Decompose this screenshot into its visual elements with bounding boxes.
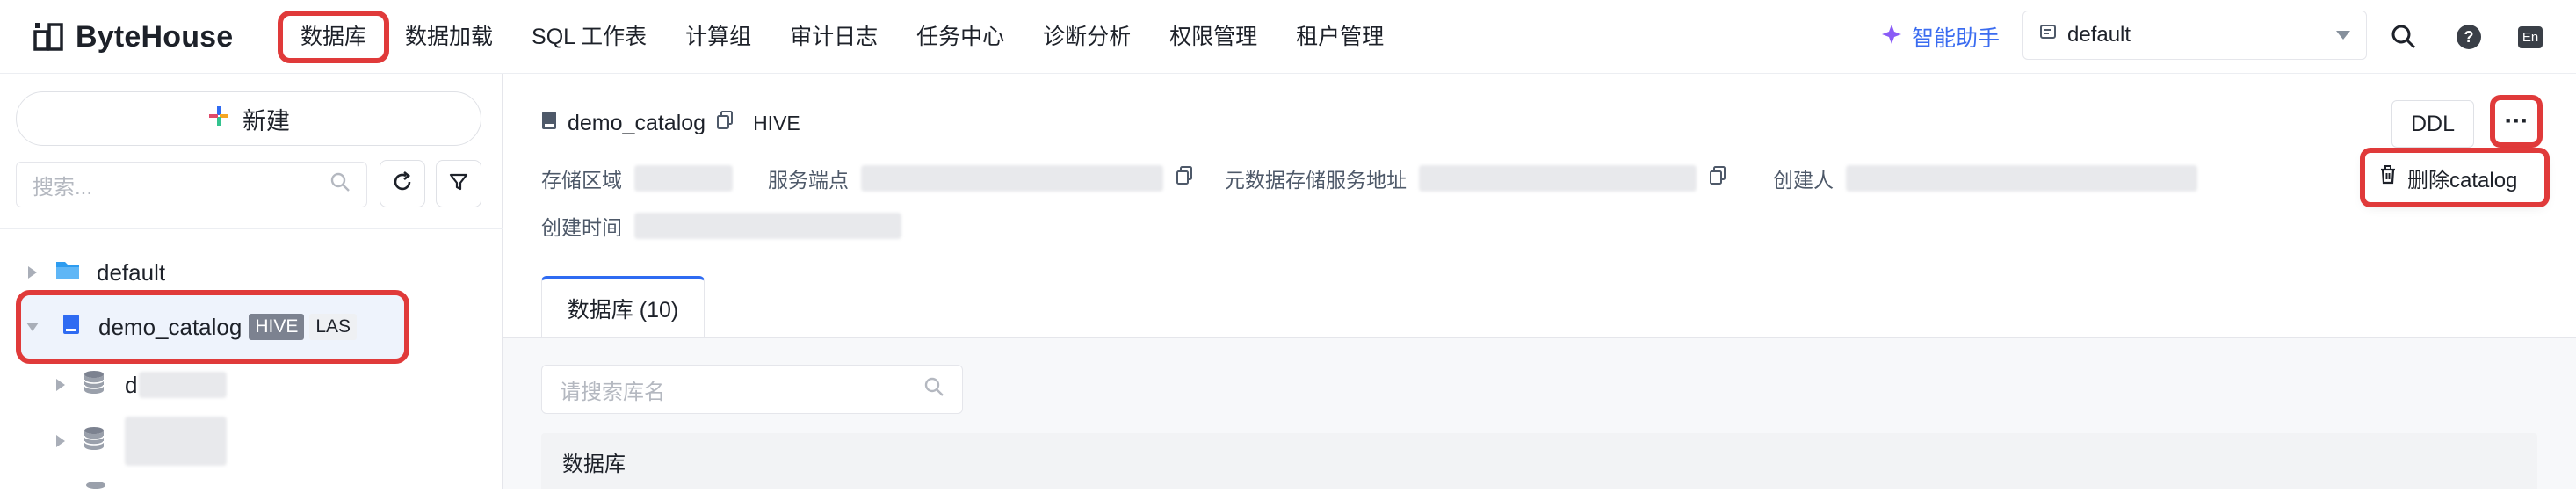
divider (0, 228, 503, 229)
meta-label: 创建时间 (541, 216, 622, 239)
meta-label: 元数据存储服务地址 (1225, 169, 1407, 192)
refresh-button[interactable] (380, 160, 425, 207)
sidebar-search-placeholder: 搜索... (33, 175, 93, 199)
redacted-text (1846, 165, 2197, 192)
tree-item-database[interactable]: d (0, 357, 492, 413)
chevron-right-icon[interactable] (56, 379, 65, 391)
filter-button[interactable] (436, 160, 481, 207)
ddl-button[interactable]: DDL (2391, 100, 2474, 148)
nav-item-database[interactable]: 数据库 (277, 11, 390, 63)
redacted-text (861, 165, 1163, 192)
sidebar-search-input[interactable]: 搜索... (16, 162, 367, 207)
plus-icon (207, 105, 230, 134)
nav-item-task-center[interactable]: 任务中心 (897, 14, 1024, 60)
catalog-type: HIVE (753, 111, 800, 134)
nav-item-compute-group[interactable]: 计算组 (666, 14, 771, 60)
database-search-input[interactable]: 请搜索库名 (541, 365, 963, 414)
refresh-icon (391, 170, 414, 198)
meta-label: 创建人 (1773, 169, 1834, 192)
main-nav: 数据库 数据加载 SQL 工作表 计算组 审计日志 任务中心 诊断分析 权限管理… (277, 11, 1403, 63)
meta-created-time: 创建时间 (541, 211, 901, 241)
help-icon[interactable]: ? (2451, 19, 2486, 54)
svg-text:?: ? (2464, 28, 2474, 46)
tab-databases[interactable]: 数据库 (10) (541, 276, 705, 337)
more-icon: ··· (2504, 106, 2529, 135)
top-navbar: ByteHouse 数据库 数据加载 SQL 工作表 计算组 审计日志 任务中心… (0, 0, 2576, 74)
meta-storage-region: 存储区域 (541, 163, 733, 193)
folder-icon (54, 258, 81, 287)
meta-service-endpoint: 服务端点 (768, 163, 1193, 193)
tree-item-label: default (97, 258, 166, 286)
tenant-icon (2039, 23, 2057, 47)
catalog-title-row: demo_catalog HIVE (541, 105, 800, 141)
chevron-down-icon (2336, 31, 2350, 40)
database-icon (84, 476, 107, 493)
filter-icon (448, 171, 469, 197)
delete-catalog-label: 删除catalog (2407, 168, 2518, 192)
database-icon (83, 426, 105, 457)
chevron-right-icon[interactable] (56, 435, 65, 447)
bytehouse-logo-icon (32, 19, 67, 54)
hive-tag: HIVE (249, 314, 305, 340)
nav-item-tenant[interactable]: 租户管理 (1277, 14, 1403, 60)
catalog-icon (62, 313, 81, 342)
las-tag: LAS (309, 314, 358, 340)
catalog-icon (541, 111, 557, 136)
meta-label: 服务端点 (768, 169, 849, 192)
search-icon (329, 171, 351, 199)
catalog-detail: demo_catalog HIVE DDL ··· 存储区域 服务端点 元数据存… (503, 74, 2576, 489)
new-button-label: 新建 (242, 107, 290, 134)
language-icon[interactable]: En (2513, 19, 2548, 54)
redacted-text (634, 165, 733, 192)
assistant-button[interactable]: 智能助手 (1880, 19, 2000, 54)
tree-item-label: demo_catalog (98, 313, 242, 340)
tenant-select[interactable]: default (2022, 11, 2367, 60)
copy-icon[interactable] (716, 110, 734, 136)
redacted-text (125, 417, 227, 466)
database-list: 请搜索库名 数据库 (503, 337, 2576, 489)
tree-item-label: d (125, 371, 138, 398)
meta-label: 存储区域 (541, 169, 622, 192)
tree-item-default[interactable]: default (0, 244, 492, 301)
database-search-placeholder: 请搜索库名 (560, 380, 665, 404)
nav-item-audit-log[interactable]: 审计日志 (771, 14, 897, 60)
chevron-right-icon[interactable] (28, 266, 37, 279)
tree-item-demo-catalog[interactable]: demo_catalog HIVE LAS (16, 290, 409, 364)
tenant-value: default (2067, 23, 2131, 47)
copy-icon[interactable] (1709, 166, 1726, 191)
sparkle-icon (1880, 23, 1903, 52)
assistant-label: 智能助手 (1912, 26, 2001, 51)
meta-creator: 创建人 (1773, 163, 2197, 193)
search-icon (923, 376, 944, 403)
delete-catalog-menu-item[interactable]: 删除catalog (2360, 148, 2550, 207)
search-icon[interactable] (2386, 19, 2421, 54)
trash-icon (2379, 164, 2397, 191)
catalog-name: demo_catalog (568, 110, 706, 135)
language-badge: En (2517, 25, 2543, 48)
copy-icon[interactable] (1176, 166, 1193, 191)
logo-text: ByteHouse (76, 19, 234, 54)
nav-item-diagnostics[interactable]: 诊断分析 (1024, 14, 1150, 60)
tree-item-database-2[interactable] (0, 413, 492, 469)
database-icon (83, 370, 105, 401)
logo[interactable]: ByteHouse (32, 16, 233, 58)
redacted-text (1419, 165, 1697, 192)
redacted-text (634, 213, 901, 239)
more-button[interactable]: ··· (2490, 95, 2543, 148)
table-header: 数据库 (541, 433, 2537, 489)
nav-item-sql-worksheet[interactable]: SQL 工作表 (512, 14, 666, 60)
catalog-header: demo_catalog HIVE DDL ··· 存储区域 服务端点 元数据存… (503, 74, 2576, 337)
meta-metastore-address: 元数据存储服务地址 (1225, 163, 1726, 193)
catalog-sidebar: 新建 搜索... default demo_catalog HIVE LAS d (0, 74, 503, 489)
redacted-text (139, 372, 228, 398)
column-header-database: 数据库 (562, 452, 626, 476)
nav-item-data-load[interactable]: 数据加载 (386, 14, 512, 60)
new-button[interactable]: 新建 (16, 91, 481, 146)
nav-item-permissions[interactable]: 权限管理 (1150, 14, 1277, 60)
chevron-down-icon[interactable] (26, 323, 39, 331)
